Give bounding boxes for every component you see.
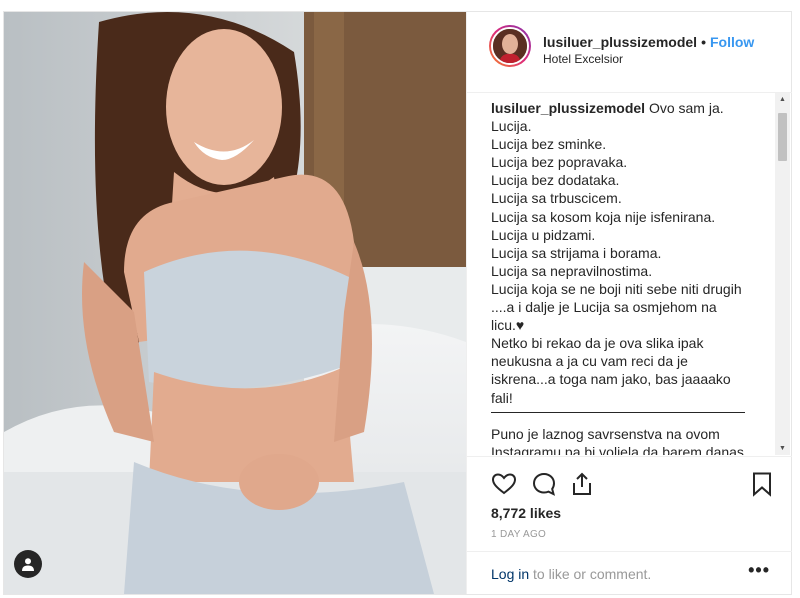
caption-line: Netko bi rekao da je ova slika ipak neuk… xyxy=(491,335,731,406)
more-options-button[interactable]: ••• xyxy=(748,560,770,581)
avatar[interactable] xyxy=(489,25,531,67)
heart-icon[interactable] xyxy=(491,471,517,497)
caption-username[interactable]: lusiluer_plussizemodel xyxy=(491,100,645,116)
post-timestamp[interactable]: 1 DAY AGO xyxy=(491,529,546,540)
post-side-panel: lusiluer_plussizemodel • Follow Hotel Exce… xyxy=(466,12,792,594)
post-photo[interactable] xyxy=(4,12,466,594)
caption-scrollbar[interactable]: ▲ ▼ xyxy=(775,93,790,455)
caption-intro: Ovo sam ja. xyxy=(648,100,724,116)
comment-icon[interactable] xyxy=(531,471,557,497)
login-prompt: Log in to like or comment. xyxy=(491,566,651,582)
tagged-user-button[interactable] xyxy=(14,550,42,578)
caption-rule xyxy=(491,411,745,413)
caption-line: Lucija bez dodataka. xyxy=(491,172,620,189)
caption-line: Lucija sa strijama i borama. xyxy=(491,244,662,261)
likes-count[interactable]: 8,772 likes xyxy=(491,505,561,521)
login-link[interactable]: Log in xyxy=(491,566,529,582)
scroll-down-icon[interactable]: ▼ xyxy=(779,445,786,452)
share-icon[interactable] xyxy=(569,471,595,497)
caption-line: Lucija bez sminke. xyxy=(491,136,607,153)
avatar-illustration xyxy=(493,29,527,63)
caption-line: Lucija sa nepravilnostima. xyxy=(491,262,653,279)
caption-line: Lucija bez popravaka. xyxy=(491,154,628,171)
user-icon xyxy=(22,558,34,571)
caption-line: ....a i dalje je Lucija sa osmjehom na l… xyxy=(491,299,717,334)
caption-line: Lucija koja se ne boji niti sebe niti dr… xyxy=(491,280,742,297)
scroll-up-icon[interactable]: ▲ xyxy=(779,96,786,103)
scroll-thumb[interactable] xyxy=(778,113,787,161)
caption-line: Lucija. xyxy=(491,118,532,135)
post-dialog: lusiluer_plussizemodel • Follow Hotel Exce… xyxy=(3,11,792,595)
caption-line: Lucija sa kosom koja nije isfenirana. xyxy=(491,208,716,225)
avatar-image xyxy=(491,27,529,65)
post-header: lusiluer_plussizemodel • Follow Hotel Exce… xyxy=(467,12,792,93)
caption-line: Puno je laznog savrsenstva na ovom Insta… xyxy=(491,425,744,455)
location-link[interactable]: Hotel Excelsior xyxy=(543,52,623,66)
bookmark-icon[interactable] xyxy=(749,471,775,497)
separator-dot: • xyxy=(701,34,706,50)
follow-button[interactable]: Follow xyxy=(710,34,754,50)
login-prompt-text: to like or comment. xyxy=(529,566,652,582)
caption-line: Lucija sa trbuscicem. xyxy=(491,190,622,207)
comment-bar: Log in to like or comment. ••• xyxy=(467,551,792,598)
caption-line: Lucija u pidzami. xyxy=(491,226,596,243)
username-link[interactable]: lusiluer_plussizemodel xyxy=(543,34,697,50)
post-actions: 8,772 likes 1 DAY AGO Log in to like or … xyxy=(467,456,792,597)
photo-illustration xyxy=(4,12,466,594)
caption-text: lusiluer_plussizemodel Ovo sam ja. Lucij… xyxy=(491,99,753,455)
header-line: lusiluer_plussizemodel • Follow xyxy=(543,34,754,50)
caption-scroll-area[interactable]: lusiluer_plussizemodel Ovo sam ja. Lucij… xyxy=(467,93,792,455)
